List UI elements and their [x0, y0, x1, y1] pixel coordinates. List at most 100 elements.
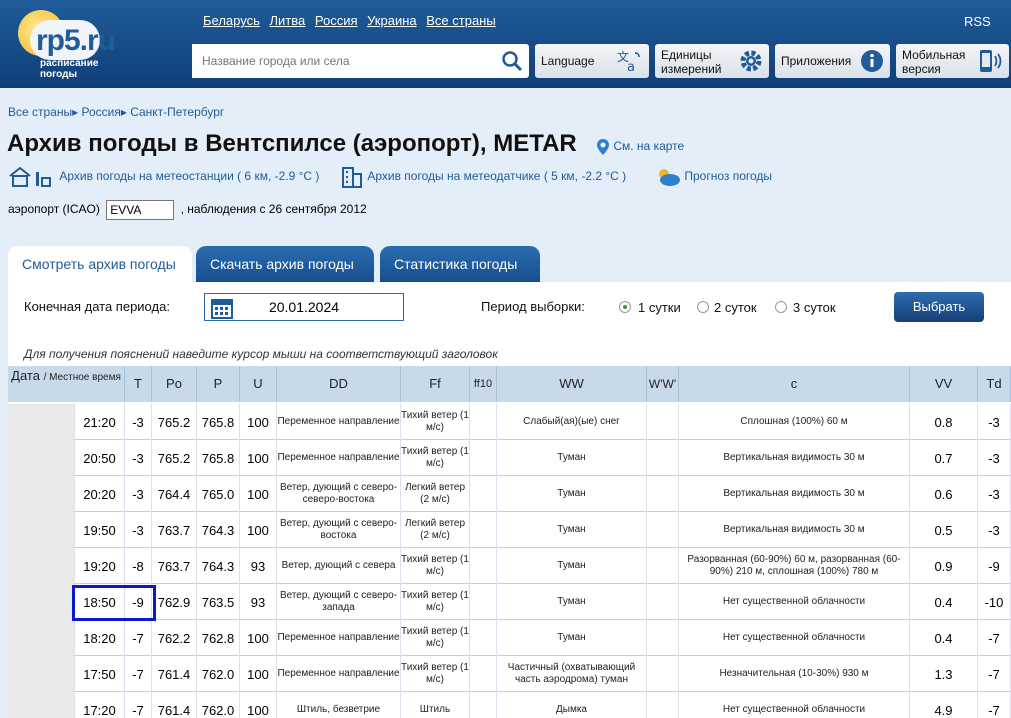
period-2-days-radio[interactable] [697, 301, 709, 313]
td-cell: -9 [978, 548, 1011, 584]
tab-download-archive[interactable]: Скачать архив погоды [196, 246, 374, 282]
date-cell [8, 512, 75, 548]
col-header-ww2[interactable]: W'W' [647, 366, 679, 402]
time-cell: 19:50 [75, 512, 125, 548]
date-cell [8, 656, 75, 692]
p-cell: 765.8 [197, 440, 240, 476]
col-header-vv[interactable]: VV [910, 366, 978, 402]
table-row: 18:50 -9 762.9 763.5 93 Ветер, дующий с … [8, 584, 1011, 620]
units-button[interactable]: Единицы измерений [655, 44, 769, 78]
mobile-label: Мобильная версия [902, 48, 966, 76]
c-cell: Нет существенной облачности [679, 692, 910, 718]
col-header-date[interactable]: Дата / Местное время [8, 366, 125, 402]
station-archive-link[interactable]: Архив погоды на метеостанции ( 6 км, -2.… [8, 166, 319, 188]
period-3-days-radio[interactable] [775, 301, 787, 313]
c-cell: Вертикальная видимость 30 м [679, 512, 910, 548]
time-cell: 17:50 [75, 656, 125, 692]
icao-label: аэропорт (ICAO) [8, 202, 100, 217]
period-1-day-label[interactable]: 1 сутки [638, 300, 681, 315]
end-date-value: 20.01.2024 [268, 299, 340, 315]
ww2-cell [647, 584, 679, 620]
td-cell: -7 [978, 620, 1011, 656]
col-header-t[interactable]: T [125, 366, 152, 402]
u-cell: 100 [240, 440, 277, 476]
dd-cell: Ветер, дующий с севера [277, 548, 401, 584]
apps-button[interactable]: Приложения [775, 44, 890, 78]
end-date-input[interactable]: 20.01.2024 [204, 293, 404, 321]
logo-subtitle: расписание погоды [40, 58, 99, 80]
ff-cell: Штиль [401, 692, 470, 718]
time-cell: 20:50 [75, 440, 125, 476]
t-cell: -7 [125, 620, 152, 656]
table-row: 17:20 -7 761.4 762.0 100 Штиль, безветри… [8, 692, 1011, 718]
vv-cell: 4.9 [910, 692, 978, 718]
t-cell: -3 [125, 476, 152, 512]
c-cell: Вертикальная видимость 30 м [679, 440, 910, 476]
breadcrumb-all-countries[interactable]: Все страны [8, 105, 72, 119]
ff-cell: Тихий ветер (1 м/с) [401, 584, 470, 620]
calendar-icon[interactable] [211, 297, 233, 319]
col-header-ww[interactable]: WW [497, 366, 647, 402]
ww2-cell [647, 440, 679, 476]
ff10-cell [470, 512, 497, 548]
time-cell: 17:20 [75, 692, 125, 718]
time-cell: 19:20 [75, 548, 125, 584]
mobile-button[interactable]: Мобильная версия [896, 44, 1009, 78]
date-cell [8, 404, 75, 440]
link-lithuania[interactable]: Литва [269, 13, 305, 28]
breadcrumb-spb[interactable]: Санкт-Петербург [130, 105, 224, 119]
station-archive-label: Архив погоды на метеостанции ( 6 км, -2.… [59, 169, 320, 184]
vv-cell: 0.4 [910, 620, 978, 656]
sensor-archive-link[interactable]: Архив погоды на метеодатчике ( 5 км, -2.… [340, 166, 626, 188]
building-icon [342, 167, 362, 188]
link-belarus[interactable]: Беларусь [203, 13, 260, 28]
col-header-ff10[interactable]: ff10 [470, 366, 497, 402]
link-ukraine[interactable]: Украина [367, 13, 417, 28]
po-cell: 765.2 [152, 440, 197, 476]
ff-cell: Тихий ветер (1 м/с) [401, 548, 470, 584]
tab-view-archive[interactable]: Смотреть архив погоды [8, 246, 192, 282]
period-3-days-label[interactable]: 3 суток [793, 300, 836, 315]
period-2-days-label[interactable]: 2 суток [714, 300, 757, 315]
col-header-c[interactable]: c [679, 366, 910, 402]
date-cell [8, 440, 75, 476]
p-cell: 764.3 [197, 512, 240, 548]
link-all-countries[interactable]: Все страны [426, 13, 495, 28]
col-header-dd[interactable]: DD [277, 366, 401, 402]
dd-cell: Переменное направление [277, 620, 401, 656]
units-label: Единицы измерений [661, 48, 722, 76]
c-cell: Незначительная (10-30%) 930 м [679, 656, 910, 692]
breadcrumb-russia[interactable]: Россия [81, 105, 120, 119]
hint-text: Для получения пояснений наведите курсор … [24, 347, 498, 361]
rss-link[interactable]: RSS [964, 14, 991, 29]
col-header-td[interactable]: Td [978, 366, 1011, 402]
icao-input[interactable] [106, 200, 175, 220]
ff-cell: Тихий ветер (1 м/с) [401, 656, 470, 692]
ww-cell: Слабый(ая)(ые) снег [497, 404, 647, 440]
u-cell: 100 [240, 692, 277, 718]
search-input[interactable] [192, 44, 482, 78]
tab-statistics[interactable]: Статистика погоды [380, 246, 540, 282]
link-russia[interactable]: Россия [315, 13, 358, 28]
vv-cell: 0.9 [910, 548, 978, 584]
table-row: 20:50 -3 765.2 765.8 100 Переменное напр… [8, 440, 1011, 476]
language-button[interactable]: Language 文a [535, 44, 649, 78]
vv-cell: 1.3 [910, 656, 978, 692]
site-logo[interactable]: rp5.ru расписание погоды [10, 6, 190, 84]
col-header-p[interactable]: P [197, 366, 240, 402]
select-button[interactable]: Выбрать [894, 292, 984, 322]
col-header-po[interactable]: Po [152, 366, 197, 402]
translate-icon: 文a [617, 49, 640, 73]
info-icon [861, 50, 883, 72]
map-link[interactable]: См. на карте [596, 138, 684, 156]
period-1-day-radio[interactable] [619, 301, 631, 313]
table-row: 19:50 -3 763.7 764.3 100 Ветер, дующий с… [8, 512, 1011, 548]
c-cell: Нет существенной облачности [679, 620, 910, 656]
col-header-ff[interactable]: Ff [401, 366, 470, 402]
po-cell: 763.7 [152, 512, 197, 548]
po-cell: 764.4 [152, 476, 197, 512]
col-header-u[interactable]: U [240, 366, 277, 402]
search-icon[interactable] [501, 50, 523, 72]
forecast-link[interactable]: Прогноз погоды [655, 166, 772, 188]
td-cell: -3 [978, 440, 1011, 476]
